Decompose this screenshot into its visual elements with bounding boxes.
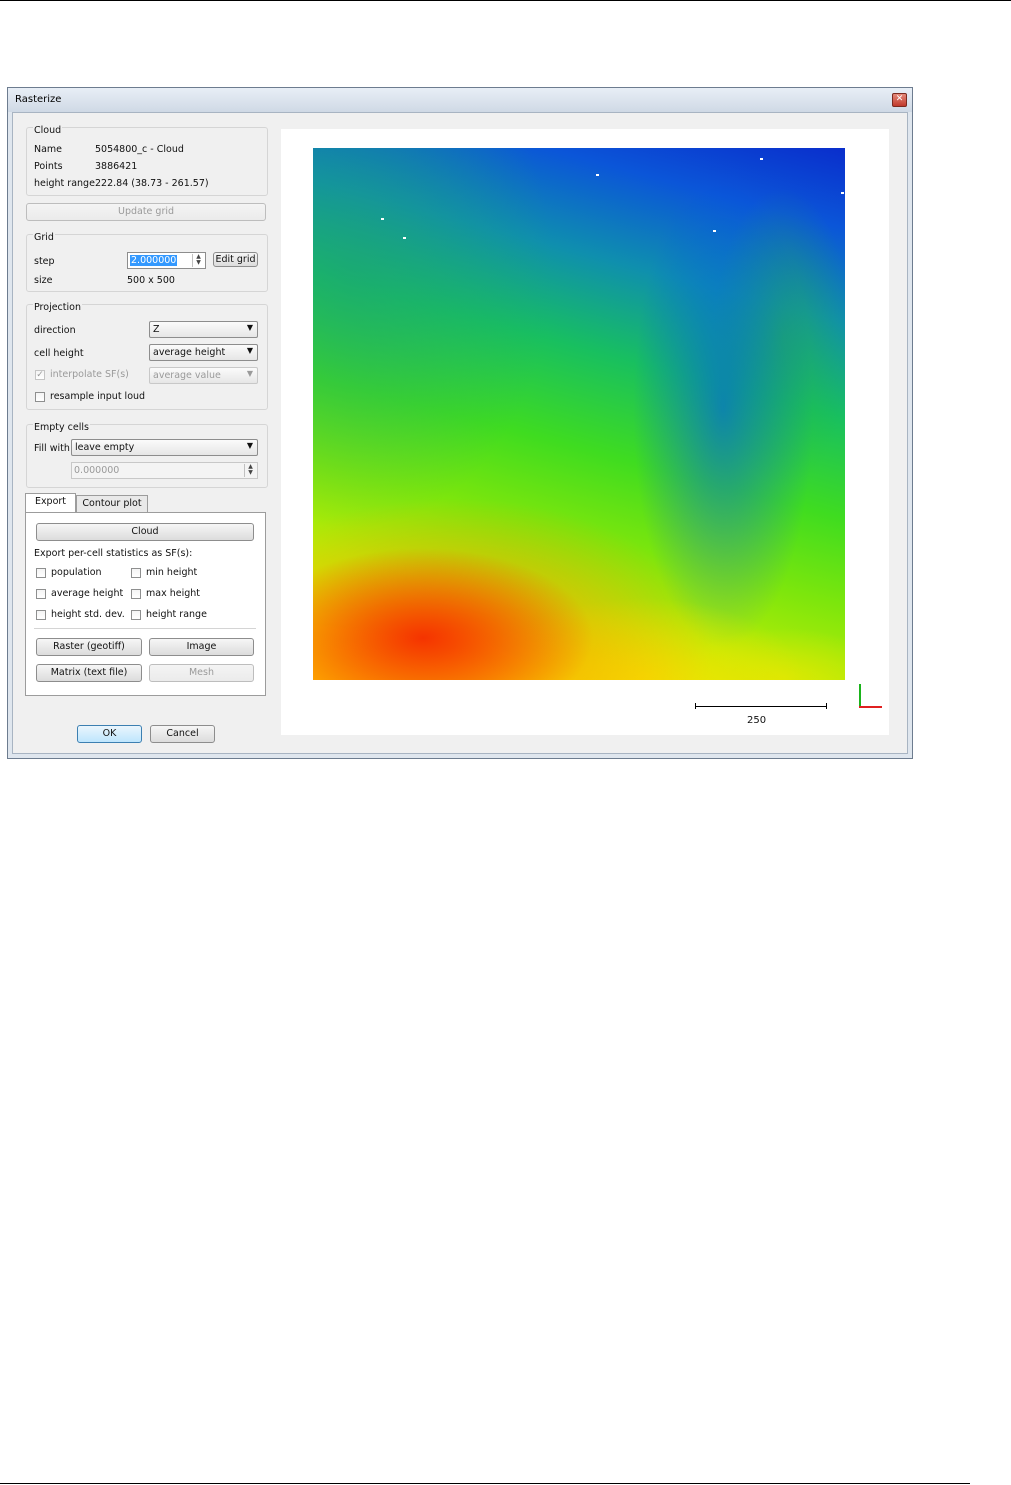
direction-label: direction — [34, 325, 76, 336]
grid-group-title: Grid — [33, 232, 55, 243]
interpolate-select[interactable]: average value ▼ — [149, 367, 258, 384]
scale-bar-tick — [826, 703, 827, 709]
spin-arrows-icon[interactable]: ▲ ▼ — [244, 464, 256, 477]
speck — [596, 174, 599, 176]
height-range-stat-label: height range — [146, 609, 207, 620]
dialog-client-area: Cloud Name 5054800_c - Cloud Points 3886… — [12, 112, 908, 754]
cloud-points-label: Points — [34, 161, 63, 172]
interpolate-checkbox[interactable]: ✓ — [35, 370, 45, 380]
height-range-label: height range — [34, 178, 95, 189]
chevron-down-icon: ▼ — [246, 369, 253, 378]
size-value: 500 x 500 — [127, 275, 175, 286]
projection-group-title: Projection — [33, 302, 82, 313]
fill-value-input[interactable]: 0.000000 ▲ ▼ — [71, 462, 258, 479]
mesh-button[interactable]: Mesh — [149, 664, 254, 682]
average-height-label: average height — [51, 588, 124, 599]
projection-group: Projection direction Z ▼ cell height ave… — [26, 302, 268, 410]
ok-button[interactable]: OK — [77, 725, 142, 743]
speck — [760, 158, 763, 160]
resample-checkbox[interactable] — [35, 392, 45, 402]
export-separator — [34, 628, 256, 629]
fill-value-number: 0.000000 — [74, 465, 120, 476]
height-range-checkbox[interactable] — [131, 610, 141, 620]
speck — [381, 218, 384, 220]
edit-grid-button[interactable]: Edit grid — [213, 252, 258, 267]
export-tab-pane: Cloud Export per-cell statistics as SF(s… — [25, 512, 266, 696]
cloud-name-label: Name — [34, 144, 63, 155]
chevron-down-icon: ▼ — [246, 441, 253, 450]
min-height-label: min height — [146, 567, 198, 578]
speck — [713, 230, 716, 232]
min-height-checkbox[interactable] — [131, 568, 141, 578]
y-axis-indicator-icon — [859, 684, 861, 708]
fill-with-label: Fill with — [34, 443, 70, 454]
resample-label: resample input loud — [50, 391, 146, 402]
std-dev-checkbox[interactable] — [36, 610, 46, 620]
chevron-down-icon: ▼ — [246, 323, 253, 332]
interpolate-label: interpolate SF(s) — [50, 369, 129, 380]
title-bar[interactable]: Rasterize ✕ — [8, 88, 912, 112]
update-grid-button[interactable]: Update grid — [26, 203, 266, 221]
empty-cells-group-title: Empty cells — [33, 422, 90, 433]
tab-export[interactable]: Export — [25, 493, 76, 513]
size-label: size — [34, 275, 53, 286]
height-raster-image — [313, 148, 845, 680]
scale-bar — [695, 706, 827, 707]
step-label: step — [34, 256, 55, 267]
cloud-group-title: Cloud — [33, 125, 63, 136]
window-title: Rasterize — [15, 94, 62, 105]
cell-height-select[interactable]: average height ▼ — [149, 344, 258, 361]
image-button[interactable]: Image — [149, 638, 254, 656]
scale-bar-tick — [695, 703, 696, 709]
cloud-group: Cloud Name 5054800_c - Cloud Points 3886… — [26, 125, 268, 196]
fill-with-value: leave empty — [75, 442, 135, 453]
stats-caption: Export per-cell statistics as SF(s): — [34, 548, 193, 559]
population-label: population — [51, 567, 102, 578]
export-cloud-button[interactable]: Cloud — [36, 523, 254, 541]
cancel-button[interactable]: Cancel — [150, 725, 215, 743]
rasterize-dialog: Rasterize ✕ Cloud Name 5054800_c - Cloud… — [7, 87, 913, 759]
x-axis-indicator-icon — [859, 706, 882, 708]
raster-geotiff-button[interactable]: Raster (geotiff) — [36, 638, 142, 656]
scale-bar-label: 250 — [747, 715, 767, 726]
raster-preview-panel[interactable]: 250 — [281, 129, 889, 735]
tab-contour-plot[interactable]: Contour plot — [76, 495, 148, 513]
close-icon[interactable]: ✕ — [892, 93, 907, 107]
fill-with-select[interactable]: leave empty ▼ — [71, 439, 258, 456]
direction-value: Z — [153, 324, 160, 335]
page-bottom-rule — [0, 1483, 970, 1484]
interpolate-value: average value — [153, 370, 221, 381]
grid-group: Grid step 2.000000 ▲ ▼ Edit grid size 500… — [26, 232, 268, 292]
height-range-value: 222.84 (38.73 - 261.57) — [95, 178, 209, 189]
spin-arrows-icon[interactable]: ▲ ▼ — [192, 254, 204, 267]
page-top-rule — [0, 0, 1011, 1]
chevron-down-icon: ▼ — [246, 346, 253, 355]
cloud-points-value: 3886421 — [95, 161, 138, 172]
cloud-name-value: 5054800_c - Cloud — [95, 144, 184, 155]
max-height-label: max height — [146, 588, 200, 599]
speck — [403, 237, 406, 239]
step-value: 2.000000 — [130, 255, 178, 266]
matrix-text-file-button[interactable]: Matrix (text file) — [36, 664, 142, 682]
direction-select[interactable]: Z ▼ — [149, 321, 258, 338]
speck — [841, 192, 844, 194]
cell-height-label: cell height — [34, 348, 84, 359]
average-height-checkbox[interactable] — [36, 589, 46, 599]
population-checkbox[interactable] — [36, 568, 46, 578]
empty-cells-group: Empty cells Fill with leave empty ▼ 0.00… — [26, 422, 268, 488]
std-dev-label: height std. dev. — [51, 609, 125, 620]
step-input[interactable]: 2.000000 ▲ ▼ — [127, 252, 206, 269]
max-height-checkbox[interactable] — [131, 589, 141, 599]
cell-height-value: average height — [153, 347, 226, 358]
